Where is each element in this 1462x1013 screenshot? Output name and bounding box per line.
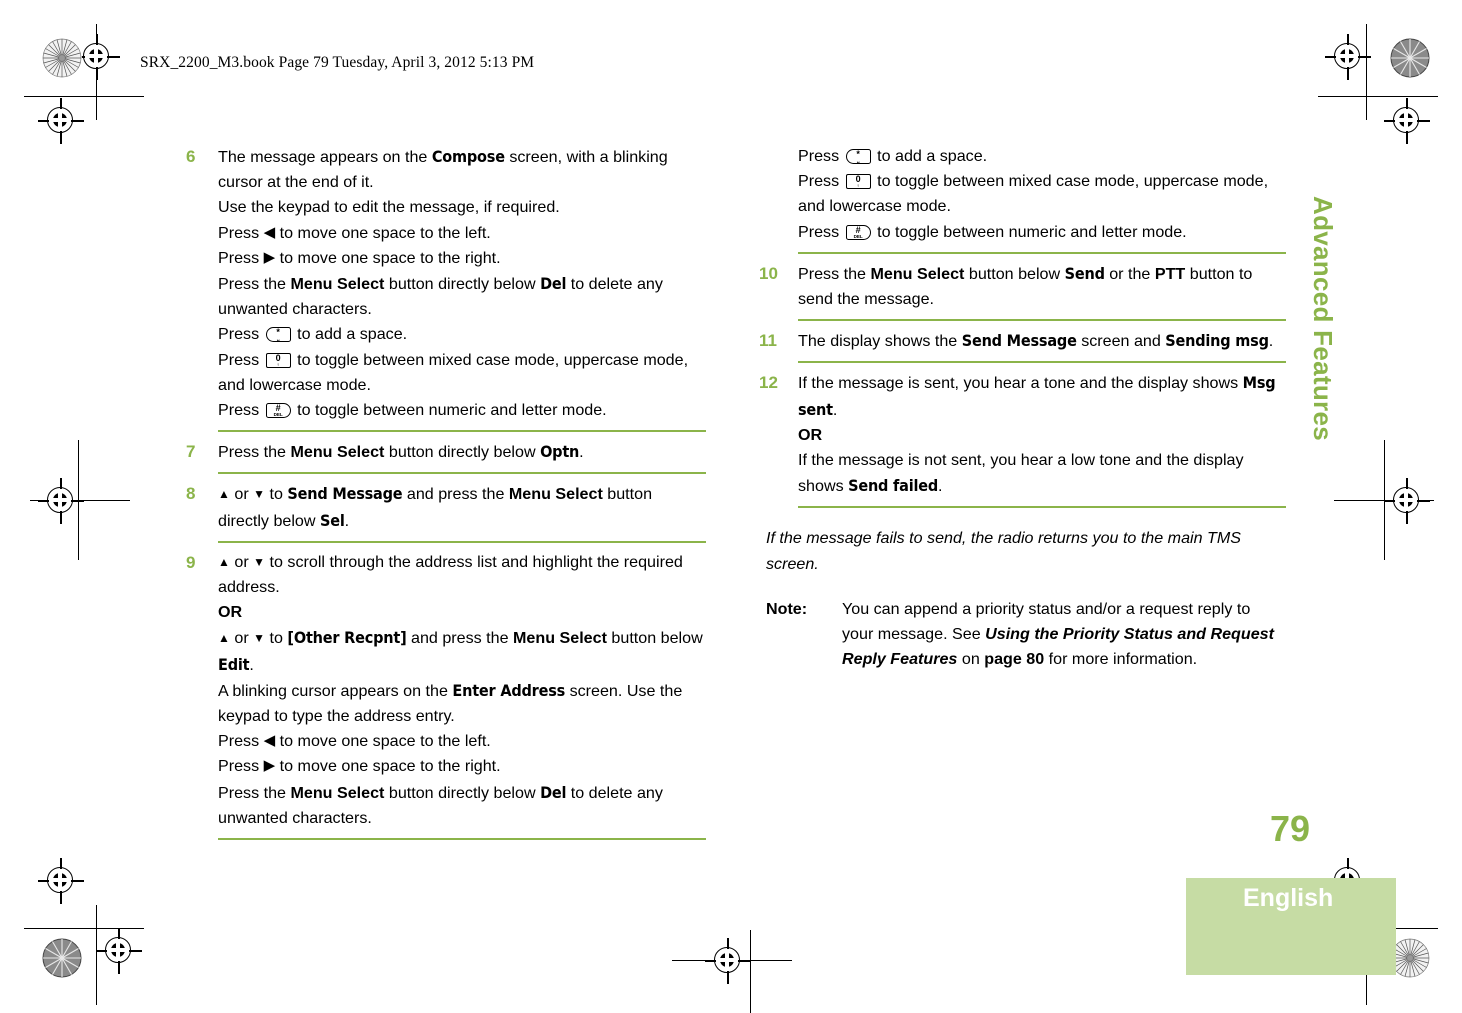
step-body: Press * ␣ to add a space. Press 0 ♀ to togg… [798, 144, 1286, 245]
zero-key-icon: 0 ♀ [845, 174, 871, 190]
step-line: Press * ␣ to add a space. [218, 325, 408, 344]
step-body: Press the Menu Select button below Send … [798, 261, 1286, 312]
crop-rule-top-right-horizontal [1318, 96, 1438, 97]
zero-key-icon: 0 ♀ [265, 352, 291, 368]
step-line: Press the Menu Select button below Send … [798, 263, 1253, 309]
step-body: Press the Menu Select button directly be… [218, 439, 706, 465]
step-line: Press 0 ♀ to toggle between mixed case mo… [798, 172, 1269, 216]
footer-language-label: English [1243, 884, 1334, 912]
step-continuation: Press * ␣ to add a space. Press 0 ♀ to togg… [766, 144, 1286, 245]
step-12: 12 If the message is sent, you hear a ton… [759, 370, 1286, 499]
step-line: The display shows the Send Message scree… [798, 331, 1274, 351]
chapter-tab-label: Advanced Features [1308, 196, 1338, 441]
hash-del-key-icon: # DEL [845, 224, 871, 240]
step-9: 9 ▲ or ▼ to scroll through the address li… [186, 550, 706, 831]
step-line: Press ◀ to move one space to the left. [218, 732, 491, 751]
step-divider-8 [218, 540, 706, 543]
step-line: Press the Menu Select button directly be… [218, 442, 584, 462]
starburst-mark-bottom-right [1390, 938, 1430, 978]
registration-target-bottom-left-lower [96, 928, 142, 974]
chapter-tab: Advanced Features [1307, 196, 1343, 476]
registration-target-bottom-left [38, 858, 84, 904]
crop-rule-top-left-horizontal [24, 96, 144, 97]
step-10: 10 Press the Menu Select button below Sen… [759, 261, 1286, 312]
step-line: Use the keypad to edit the message, if r… [218, 198, 560, 217]
step-number: 9 [186, 552, 196, 572]
step-line: Press ▶ to move one space to the right. [218, 248, 501, 267]
star-key-icon: * ␣ [845, 149, 871, 164]
registration-target-top-left-lower [38, 98, 84, 144]
step-number: 6 [186, 147, 196, 166]
step-line: The message appears on the Compose scree… [218, 147, 668, 192]
step-line: Press 0 ♀ to toggle between mixed case mo… [218, 350, 689, 394]
note-body: You can append a priority status and/or … [842, 599, 1274, 669]
step-line: A blinking cursor appears on the Enter A… [218, 680, 683, 726]
starburst-mark-top-left [42, 38, 82, 78]
starburst-mark-top-right [1390, 38, 1430, 78]
step-line: Press ◀ to move one space to the left. [218, 223, 491, 242]
italic-note: If the message fails to send, the radio … [766, 529, 1242, 573]
step-number: 10 [759, 263, 778, 283]
step-number: 11 [759, 331, 777, 351]
step-8: 8 ▲ or ▼ to Send Message and press the Me… [186, 481, 706, 533]
step-line: ▲ or ▼ to Send Message and press the Men… [218, 484, 653, 530]
step-line: ▲ or ▼ to [Other Recpnt] and press the M… [218, 628, 703, 674]
registration-target-mid-left [38, 478, 84, 524]
step-line: If the message is sent, you hear a tone … [798, 373, 1276, 419]
step-11: 11 The display shows the Send Message scr… [759, 328, 1286, 354]
step-number: 12 [759, 373, 778, 393]
step-divider-6 [218, 430, 706, 433]
step-number: 8 [186, 484, 196, 504]
step-line: Press ▶ to move one space to the right. [218, 757, 501, 776]
page-number: 79 [1270, 808, 1311, 849]
step-divider-7 [218, 472, 706, 475]
registration-target-top-right-lower [1384, 98, 1430, 144]
step-line: OR [798, 425, 823, 444]
step-line: OR [218, 603, 243, 622]
step-body: If the message is sent, you hear a tone … [798, 370, 1286, 499]
step-divider-continuation [798, 251, 1286, 254]
step-divider-10 [798, 319, 1286, 322]
step-line: Press * ␣ to add a space. [798, 147, 988, 165]
hash-del-key-icon: # DEL [265, 403, 291, 419]
note-block: Note: You can append a priority status an… [766, 597, 1286, 673]
registration-target-gutter-bottom [705, 938, 751, 984]
step-body: ▲ or ▼ to scroll through the address lis… [218, 550, 706, 831]
step-line: Press # DEL to toggle between numeric and… [798, 222, 1187, 241]
step-divider-9 [218, 838, 706, 841]
step-line: ▲ or ▼ to scroll through the address lis… [218, 552, 683, 597]
step-line: Press the Menu Select button directly be… [218, 274, 663, 319]
step-line: Press # DEL to toggle between numeric and… [218, 401, 607, 420]
step-7: 7 Press the Menu Select button directly b… [186, 439, 706, 465]
step-body: The message appears on the Compose scree… [218, 144, 706, 423]
step-divider-12 [798, 506, 1286, 509]
book-header-line: SRX_2200_M3.book Page 79 Tuesday, April … [140, 54, 535, 71]
starburst-mark-bottom-left [42, 938, 82, 978]
step-line: Press the Menu Select button directly be… [218, 782, 663, 827]
step-line: If the message is not sent, you hear a l… [798, 451, 1244, 496]
step-body: ▲ or ▼ to Send Message and press the Men… [218, 481, 706, 533]
content-column-left: 6 The message appears on the Compose scre… [186, 144, 706, 847]
registration-target-top-right [1325, 34, 1371, 80]
content-column-right: Press * ␣ to add a space. Press 0 ♀ to togg… [759, 144, 1286, 673]
step-body: The display shows the Send Message scree… [798, 328, 1286, 354]
registration-target-mid-right [1384, 478, 1430, 524]
step-number: 7 [186, 442, 196, 462]
star-key-icon: * ␣ [265, 327, 291, 343]
step-6: 6 The message appears on the Compose scre… [186, 144, 706, 423]
step-divider-11 [798, 361, 1286, 364]
note-label: Note: [766, 599, 808, 618]
